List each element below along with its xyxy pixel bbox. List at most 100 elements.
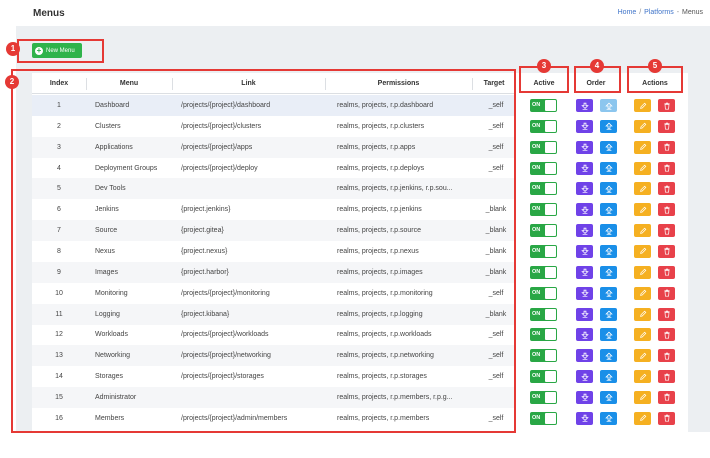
move-up-button[interactable]	[600, 201, 617, 219]
active-toggle[interactable]: ON	[530, 244, 557, 258]
move-down-button[interactable]	[576, 161, 593, 175]
active-toggle[interactable]: ON	[530, 140, 557, 154]
move-up-button[interactable]	[600, 222, 617, 240]
move-down-button[interactable]	[576, 182, 593, 196]
delete-button[interactable]	[658, 286, 675, 300]
move-up-button[interactable]	[600, 140, 617, 154]
move-down-button[interactable]	[576, 140, 593, 154]
move-up-button[interactable]	[600, 244, 617, 258]
toggle-knob	[545, 245, 556, 257]
edit-button[interactable]	[634, 140, 651, 154]
pencil-icon	[639, 180, 647, 198]
active-toggle[interactable]: ON	[530, 224, 557, 238]
arrow-up-icon	[604, 326, 613, 344]
edit-button[interactable]	[634, 390, 651, 404]
edit-button[interactable]	[634, 203, 651, 217]
edit-button[interactable]	[634, 328, 651, 342]
edit-button[interactable]	[634, 180, 651, 198]
delete-button[interactable]	[658, 307, 675, 321]
move-up-button[interactable]	[600, 370, 617, 384]
annotation-marker-1: 1	[6, 42, 20, 56]
move-up-button[interactable]	[600, 305, 617, 323]
annotation-marker-4: 4	[590, 59, 604, 73]
move-down-button[interactable]	[576, 203, 593, 217]
edit-button[interactable]	[634, 411, 651, 425]
active-toggle[interactable]: ON	[530, 328, 557, 342]
active-toggle[interactable]: ON	[530, 119, 557, 133]
arrow-up-icon	[604, 180, 613, 198]
arrow-up-icon	[604, 159, 613, 177]
delete-button[interactable]	[658, 244, 675, 258]
move-down-button[interactable]	[576, 119, 593, 133]
move-down-button[interactable]	[576, 265, 593, 279]
move-up-button[interactable]	[600, 347, 617, 365]
move-down-button[interactable]	[576, 328, 593, 342]
delete-button[interactable]	[658, 390, 675, 404]
active-toggle[interactable]: ON	[530, 99, 557, 112]
edit-button[interactable]	[634, 224, 651, 238]
move-down-button[interactable]	[576, 99, 593, 112]
active-toggle[interactable]: ON	[530, 265, 557, 279]
move-down-button[interactable]	[576, 349, 593, 363]
active-toggle[interactable]: ON	[530, 411, 557, 425]
edit-button[interactable]	[634, 349, 651, 363]
edit-button[interactable]	[634, 119, 651, 133]
active-toggle[interactable]: ON	[530, 370, 557, 384]
active-toggle[interactable]: ON	[530, 203, 557, 217]
move-down-button[interactable]	[576, 370, 593, 384]
delete-button[interactable]	[658, 370, 675, 384]
move-up-button[interactable]	[600, 286, 617, 300]
delete-button[interactable]	[658, 119, 675, 133]
delete-button[interactable]	[658, 182, 675, 196]
move-up-button[interactable]	[600, 119, 617, 133]
move-up-button[interactable]	[600, 265, 617, 279]
active-toggle[interactable]: ON	[530, 307, 557, 321]
move-up-button[interactable]	[600, 159, 617, 177]
move-up-button[interactable]	[600, 99, 617, 112]
delete-button[interactable]	[658, 224, 675, 238]
breadcrumb-platforms-link[interactable]: Platforms	[644, 9, 674, 16]
arrow-up-icon	[604, 222, 613, 240]
delete-button[interactable]	[658, 265, 675, 279]
active-toggle[interactable]: ON	[530, 390, 557, 404]
move-up-button[interactable]	[600, 390, 617, 404]
edit-button[interactable]	[634, 286, 651, 300]
edit-button[interactable]	[634, 307, 651, 321]
active-toggle[interactable]: ON	[530, 286, 557, 300]
edit-button[interactable]	[634, 161, 651, 175]
move-down-button[interactable]	[576, 286, 593, 300]
edit-button[interactable]	[634, 99, 651, 112]
move-down-button[interactable]	[576, 224, 593, 238]
arrow-up-icon	[604, 305, 613, 323]
delete-button[interactable]	[658, 140, 675, 154]
edit-button[interactable]	[634, 370, 651, 384]
arrow-up-icon	[604, 201, 613, 219]
arrow-up-icon	[604, 409, 613, 427]
delete-button[interactable]	[658, 203, 675, 217]
delete-button[interactable]	[658, 161, 675, 175]
breadcrumb: Home / Platforms - Menus	[618, 9, 703, 16]
move-down-button[interactable]	[576, 409, 593, 427]
active-toggle[interactable]: ON	[530, 182, 557, 196]
move-down-button[interactable]	[576, 244, 593, 258]
delete-button[interactable]	[658, 349, 675, 363]
move-up-button[interactable]	[600, 326, 617, 344]
edit-button[interactable]	[634, 244, 651, 258]
active-toggle[interactable]: ON	[530, 161, 557, 175]
active-toggle[interactable]: ON	[530, 349, 557, 363]
breadcrumb-home-link[interactable]: Home	[618, 9, 637, 16]
toggle-on-label: ON	[532, 143, 541, 150]
delete-button[interactable]	[658, 411, 675, 425]
move-up-button[interactable]	[600, 409, 617, 427]
edit-button[interactable]	[634, 265, 651, 279]
toggle-knob	[545, 287, 556, 299]
toggle-knob	[545, 350, 556, 362]
delete-button[interactable]	[658, 328, 675, 342]
move-up-button[interactable]	[600, 180, 617, 198]
arrow-up-icon	[604, 347, 613, 365]
move-down-button[interactable]	[576, 390, 593, 404]
delete-button[interactable]	[658, 99, 675, 112]
arrow-down-icon	[580, 409, 589, 427]
move-down-button[interactable]	[576, 307, 593, 321]
toggle-on-label: ON	[532, 289, 541, 296]
